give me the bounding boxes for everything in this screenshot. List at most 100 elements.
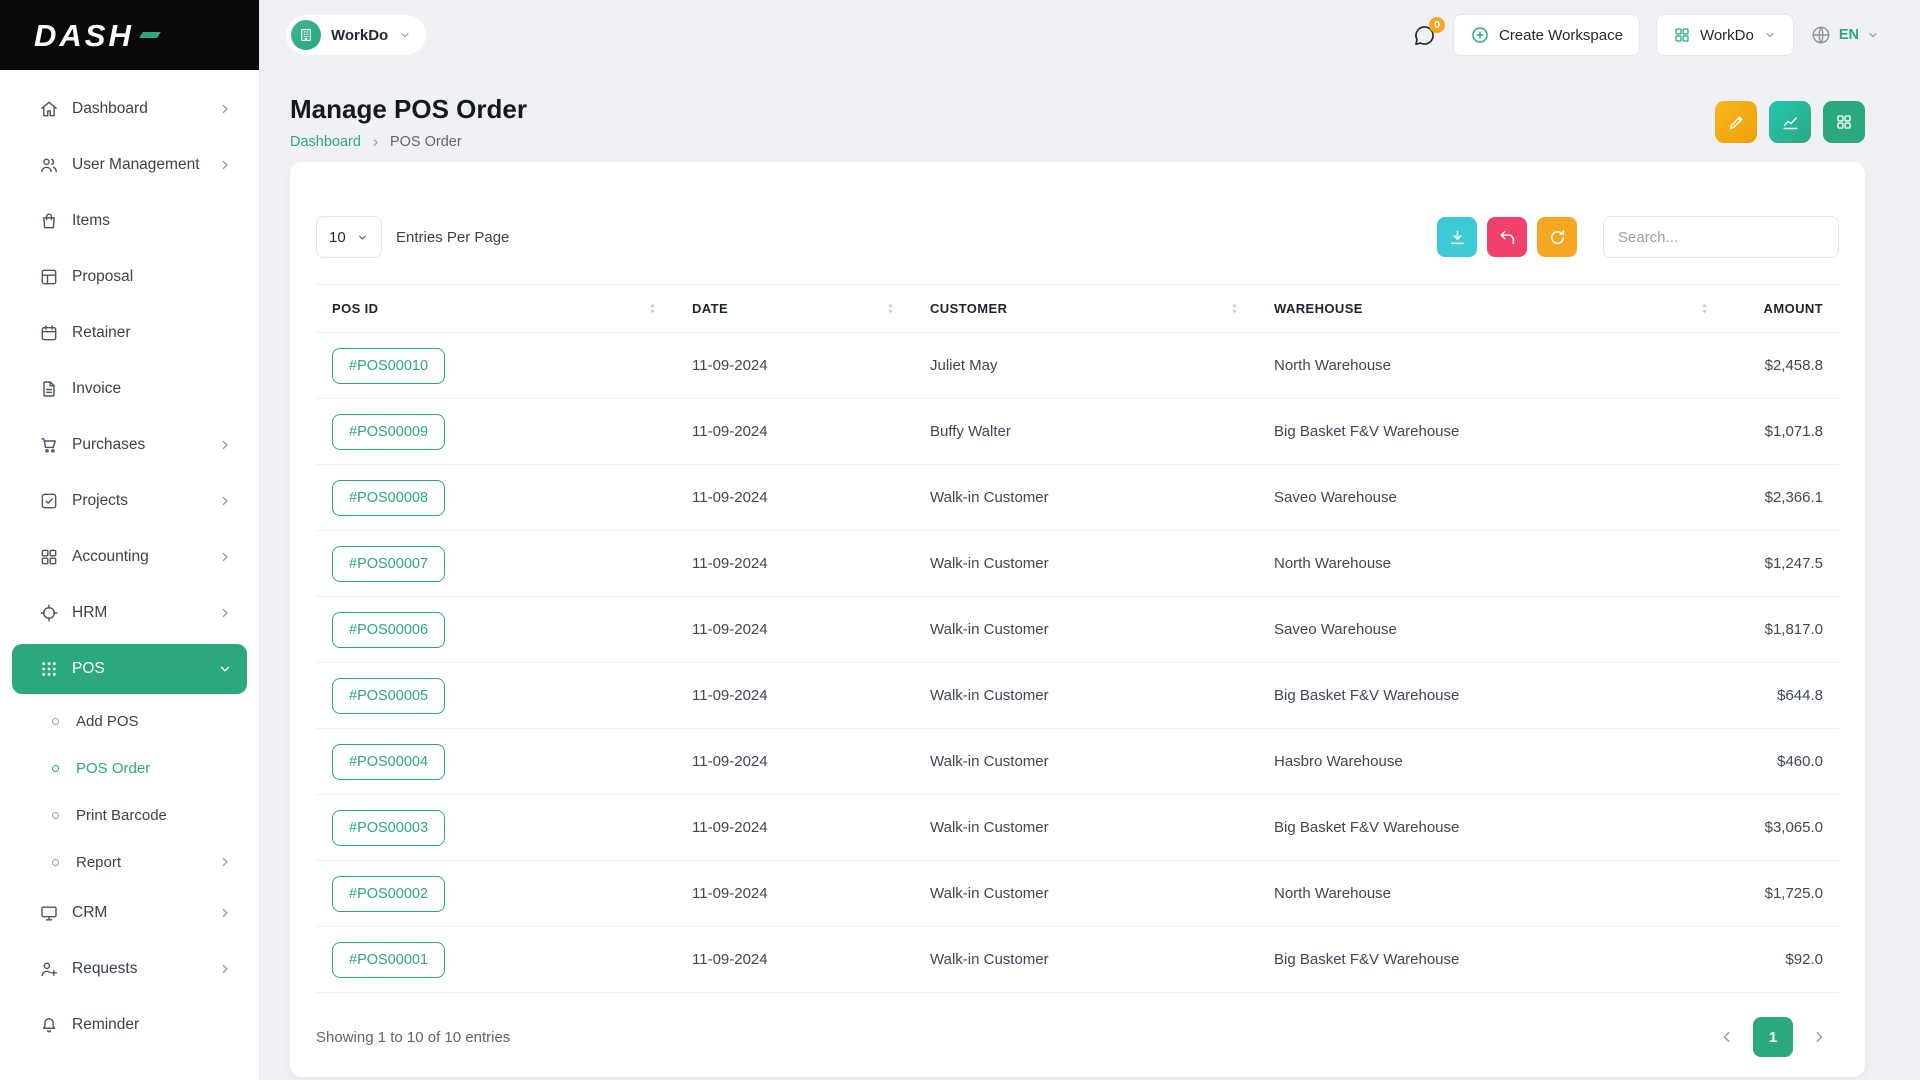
create-workspace-button[interactable]: Create Workspace [1453, 14, 1640, 56]
warehouse-cell: North Warehouse [1258, 333, 1728, 399]
sidebar-subitem-report[interactable]: Report [12, 841, 247, 883]
warehouse-cell: Saveo Warehouse [1258, 597, 1728, 663]
pos-id-link[interactable]: #POS00004 [332, 744, 445, 780]
sidebar-item-hrm[interactable]: HRM [12, 588, 247, 638]
date-cell: 11-09-2024 [676, 399, 914, 465]
page-title: Manage POS Order [290, 94, 527, 125]
language-selector[interactable]: EN [1810, 24, 1880, 46]
card-toolbar: 10 Entries Per Page [316, 216, 1839, 258]
chevron-right-icon [217, 961, 233, 977]
calendar-icon [39, 323, 59, 343]
messages-badge: 0 [1429, 17, 1445, 33]
column-header-customer[interactable]: CUSTOMER [914, 285, 1258, 333]
pos-id-link[interactable]: #POS00002 [332, 876, 445, 912]
date-cell: 11-09-2024 [676, 729, 914, 795]
pos-id-link[interactable]: #POS00001 [332, 942, 445, 978]
amount-cell: $460.0 [1728, 729, 1839, 795]
sort-icon [883, 301, 898, 316]
brand-logo-accent-icon [139, 32, 161, 38]
sidebar-item-crm[interactable]: CRM [12, 888, 247, 938]
messages-button[interactable]: 0 [1412, 23, 1437, 48]
pagination-next-button[interactable] [1799, 1017, 1839, 1057]
sidebar-item-label: Purchases [72, 436, 217, 454]
amount-cell: $1,817.0 [1728, 597, 1839, 663]
pos-order-table: POS ID DATE CUSTOMER WAREHOUSE AMOUNT #P… [316, 284, 1839, 993]
pos-id-link[interactable]: #POS00005 [332, 678, 445, 714]
pos-id-link[interactable]: #POS00010 [332, 348, 445, 384]
workdo-menu-button[interactable]: WorkDo [1656, 14, 1794, 56]
date-cell: 11-09-2024 [676, 333, 914, 399]
sidebar-item-purchases[interactable]: Purchases [12, 420, 247, 470]
plus-circle-icon [1470, 25, 1490, 45]
card-footer: Showing 1 to 10 of 10 entries 1 [316, 1017, 1839, 1057]
amount-cell: $2,366.1 [1728, 465, 1839, 531]
table-row: #POS0000511-09-2024Walk-in CustomerBig B… [316, 663, 1839, 729]
column-header-amount[interactable]: AMOUNT [1728, 285, 1839, 333]
table-row: #POS0000811-09-2024Walk-in CustomerSaveo… [316, 465, 1839, 531]
pos-id-link[interactable]: #POS00008 [332, 480, 445, 516]
sidebar-subitem-pos-order[interactable]: POS Order [12, 747, 247, 789]
table-actions [1437, 216, 1839, 258]
sidebar-item-user-management[interactable]: User Management [12, 140, 247, 190]
entries-per-page-select[interactable]: 10 [316, 216, 382, 258]
grid-view-button[interactable] [1823, 101, 1865, 143]
amount-cell: $644.8 [1728, 663, 1839, 729]
breadcrumb-dashboard-link[interactable]: Dashboard [290, 134, 361, 150]
column-header-pos-id[interactable]: POS ID [316, 285, 676, 333]
sidebar-item-proposal[interactable]: Proposal [12, 252, 247, 302]
brand-logo[interactable]: DASH [34, 20, 159, 51]
chevron-right-icon [217, 905, 233, 921]
pos-order-card: 10 Entries Per Page [290, 162, 1865, 1077]
undo-button[interactable] [1487, 217, 1527, 257]
entries-per-page-value: 10 [329, 229, 346, 246]
chart-button[interactable] [1769, 101, 1811, 143]
pos-id-link[interactable]: #POS00006 [332, 612, 445, 648]
pencil-icon [1727, 113, 1746, 132]
chevron-down-icon [1866, 28, 1880, 42]
workspace-selector[interactable]: WorkDo [286, 15, 426, 55]
pagination-page-1[interactable]: 1 [1753, 1017, 1793, 1057]
warehouse-cell: North Warehouse [1258, 861, 1728, 927]
chevron-right-icon [217, 493, 233, 509]
language-label: EN [1839, 27, 1859, 43]
pos-id-link[interactable]: #POS00009 [332, 414, 445, 450]
sidebar-item-invoice[interactable]: Invoice [12, 364, 247, 414]
sidebar: DASH Dashboard User Management Items Propos… [0, 0, 260, 1080]
workspace-name: WorkDo [331, 27, 388, 44]
warehouse-cell: Big Basket F&V Warehouse [1258, 399, 1728, 465]
sidebar-item-retainer[interactable]: Retainer [12, 308, 247, 358]
workspace-avatar [291, 20, 321, 50]
sidebar-subitem-print-barcode[interactable]: Print Barcode [12, 794, 247, 836]
warehouse-cell: Big Basket F&V Warehouse [1258, 927, 1728, 993]
column-header-warehouse[interactable]: WAREHOUSE [1258, 285, 1728, 333]
pagination-prev-button[interactable] [1707, 1017, 1747, 1057]
column-label: WAREHOUSE [1274, 301, 1363, 316]
sidebar-item-label: User Management [72, 156, 217, 174]
grid-icon [1835, 113, 1853, 131]
refresh-button[interactable] [1537, 217, 1577, 257]
sidebar-item-dashboard[interactable]: Dashboard [12, 84, 247, 134]
sidebar-item-projects[interactable]: Projects [12, 476, 247, 526]
sidebar-subitem-label: Report [76, 854, 217, 871]
search-input[interactable] [1603, 216, 1839, 258]
export-button[interactable] [1437, 217, 1477, 257]
bullet-icon [52, 765, 59, 772]
sidebar-item-requests[interactable]: Requests [12, 944, 247, 994]
sidebar-item-label: Requests [72, 960, 217, 978]
sidebar-item-pos[interactable]: POS [12, 644, 247, 694]
chevron-right-icon [217, 605, 233, 621]
sidebar-item-reminder[interactable]: Reminder [12, 1000, 247, 1050]
sidebar-item-label: Projects [72, 492, 217, 510]
sidebar-item-accounting[interactable]: Accounting [12, 532, 247, 582]
pos-id-link[interactable]: #POS00003 [332, 810, 445, 846]
sidebar-nav: Dashboard User Management Items Proposal Ret… [0, 70, 259, 1070]
column-label: DATE [692, 301, 728, 316]
table-body: #POS0001011-09-2024Juliet MayNorth Wareh… [316, 333, 1839, 993]
customer-cell: Juliet May [914, 333, 1258, 399]
sidebar-item-items[interactable]: Items [12, 196, 247, 246]
pos-id-link[interactable]: #POS00007 [332, 546, 445, 582]
edit-button[interactable] [1715, 101, 1757, 143]
column-header-date[interactable]: DATE [676, 285, 914, 333]
sidebar-subitem-add-pos[interactable]: Add POS [12, 700, 247, 742]
pagination: 1 [1707, 1017, 1839, 1057]
